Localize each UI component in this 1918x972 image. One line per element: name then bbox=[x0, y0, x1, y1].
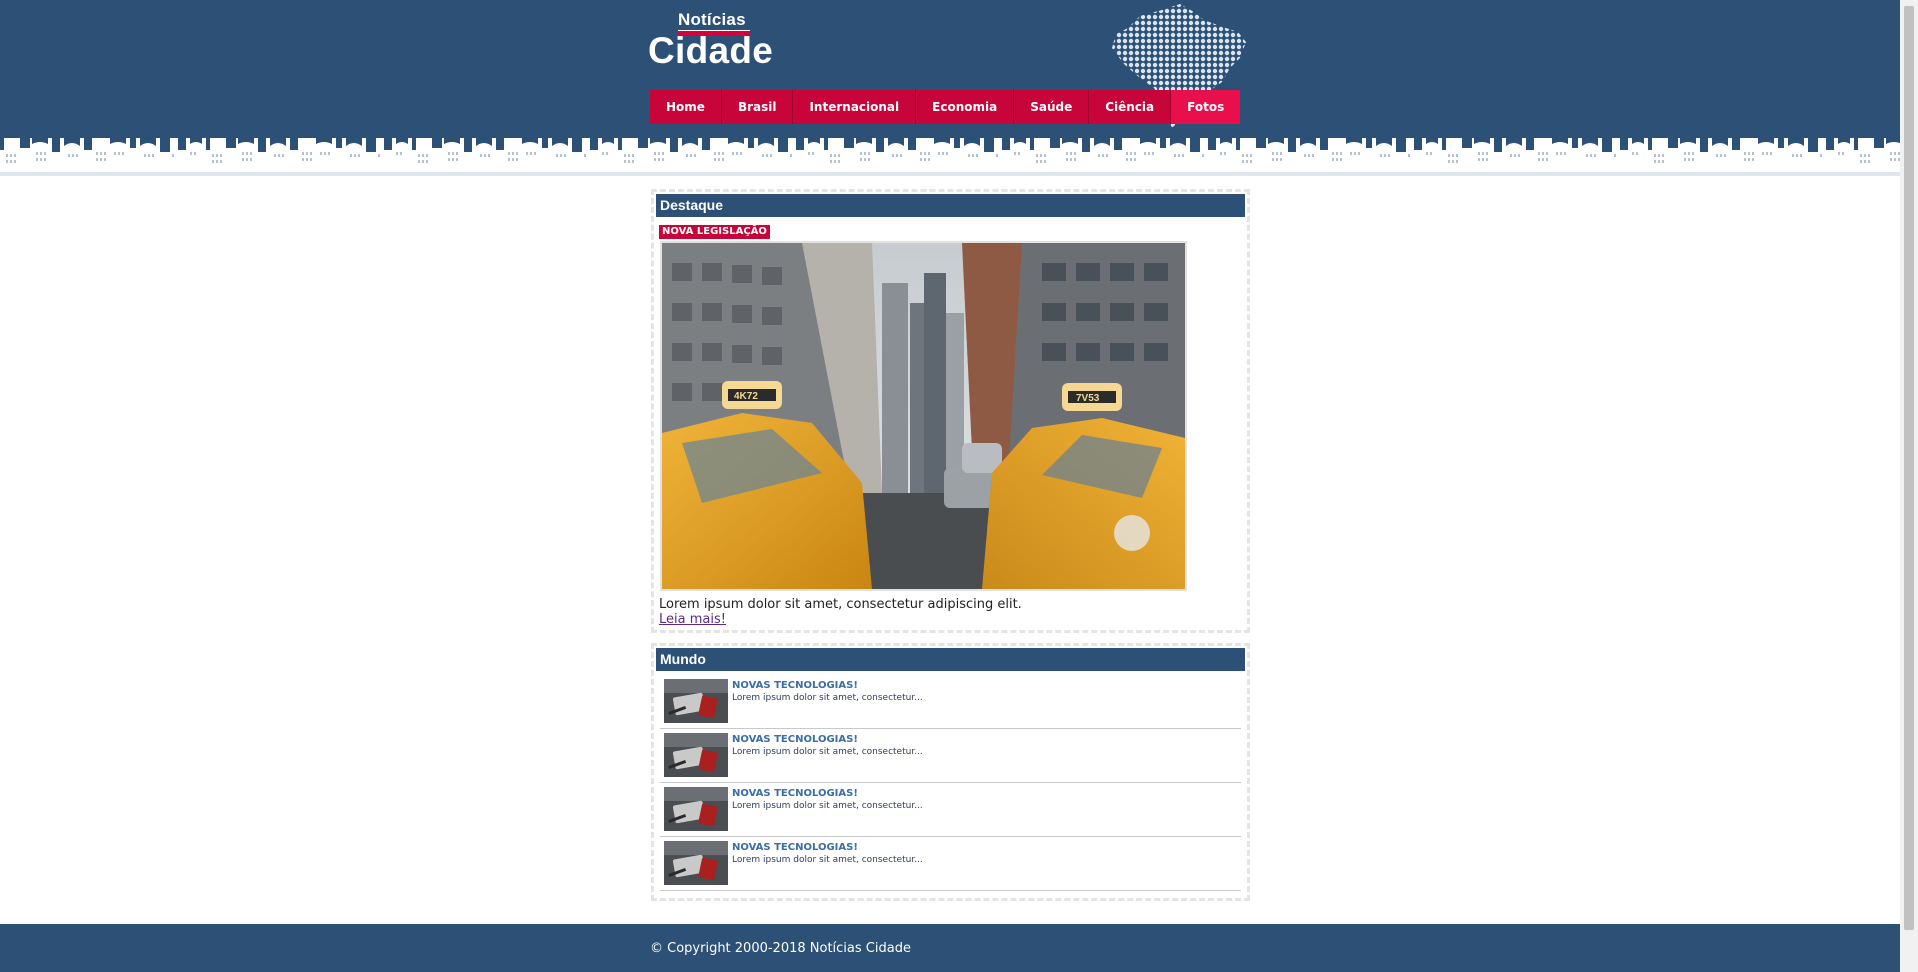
news-item-title[interactable]: NOVAS TECNOLOGIAS! bbox=[732, 842, 858, 853]
logo-big-text: Cidade bbox=[648, 30, 774, 71]
nav-internacional[interactable]: Internacional bbox=[793, 90, 917, 124]
news-item-excerpt: Lorem ipsum dolor sit amet, consectetur.… bbox=[732, 693, 923, 703]
site-footer: © Copyright 2000-2018 Notícias Cidade bbox=[0, 924, 1900, 972]
featured-description: Lorem ipsum dolor sit amet, consectetur … bbox=[659, 597, 1022, 612]
scrollbar-thumb[interactable] bbox=[1904, 6, 1914, 930]
news-tag-badge: NOVA LEGISLAÇÃO bbox=[659, 225, 770, 239]
mundo-section: Mundo NOVAS TECNOLOGIAS! Lorem ipsum dol… bbox=[651, 643, 1250, 901]
news-item-title[interactable]: NOVAS TECNOLOGIAS! bbox=[732, 734, 858, 745]
nav-saude[interactable]: Saúde bbox=[1014, 90, 1090, 124]
nav-home[interactable]: Home bbox=[650, 90, 722, 124]
news-item[interactable]: NOVAS TECNOLOGIAS! Lorem ipsum dolor sit… bbox=[660, 728, 1241, 783]
news-item-excerpt: Lorem ipsum dolor sit amet, consectetur.… bbox=[732, 801, 923, 811]
nav-brasil[interactable]: Brasil bbox=[721, 90, 794, 124]
news-thumbnail[interactable] bbox=[664, 679, 728, 723]
nav-ciencia[interactable]: Ciência bbox=[1089, 90, 1172, 124]
vertical-scrollbar[interactable] bbox=[1900, 0, 1918, 972]
taxi-street-image: 4K72 7V53 bbox=[662, 243, 1185, 589]
news-thumbnail[interactable] bbox=[664, 787, 728, 831]
read-more-link[interactable]: Leia mais! bbox=[659, 612, 726, 627]
taxi-plate-left: 4K72 bbox=[734, 391, 758, 402]
news-thumbnail[interactable] bbox=[664, 733, 728, 777]
news-item[interactable]: NOVAS TECNOLOGIAS! Lorem ipsum dolor sit… bbox=[660, 782, 1241, 837]
news-item-title[interactable]: NOVAS TECNOLOGIAS! bbox=[732, 680, 858, 691]
nav-fotos[interactable]: Fotos bbox=[1171, 90, 1241, 124]
main-nav: Home Brasil Internacional Economia Saúde… bbox=[650, 90, 1241, 124]
city-skyline-icon bbox=[0, 138, 1900, 176]
destaque-section: Destaque NOVA LEGISLAÇÃO 4K72 7V53 Lorem… bbox=[651, 189, 1250, 633]
nav-economia[interactable]: Economia bbox=[916, 90, 1015, 124]
news-item[interactable]: NOVAS TECNOLOGIAS! Lorem ipsum dolor sit… bbox=[660, 674, 1241, 729]
news-item-excerpt: Lorem ipsum dolor sit amet, consectetur.… bbox=[732, 855, 923, 865]
news-thumbnail[interactable] bbox=[664, 841, 728, 885]
site-logo[interactable]: Notícias Cidade bbox=[648, 10, 778, 72]
featured-photo[interactable]: 4K72 7V53 bbox=[660, 241, 1187, 591]
destaque-title: Destaque bbox=[656, 194, 1245, 217]
logo-small-text: Notícias bbox=[678, 10, 746, 29]
news-item-excerpt: Lorem ipsum dolor sit amet, consectetur.… bbox=[732, 747, 923, 757]
news-item-title[interactable]: NOVAS TECNOLOGIAS! bbox=[732, 788, 858, 799]
copyright-text: © Copyright 2000-2018 Notícias Cidade bbox=[650, 941, 911, 956]
news-item[interactable]: NOVAS TECNOLOGIAS! Lorem ipsum dolor sit… bbox=[660, 836, 1241, 891]
taxi-plate-right: 7V53 bbox=[1076, 393, 1100, 404]
site-header: Notícias Cidade Home Brasil Internaciona… bbox=[0, 0, 1900, 176]
mundo-title: Mundo bbox=[656, 648, 1245, 671]
